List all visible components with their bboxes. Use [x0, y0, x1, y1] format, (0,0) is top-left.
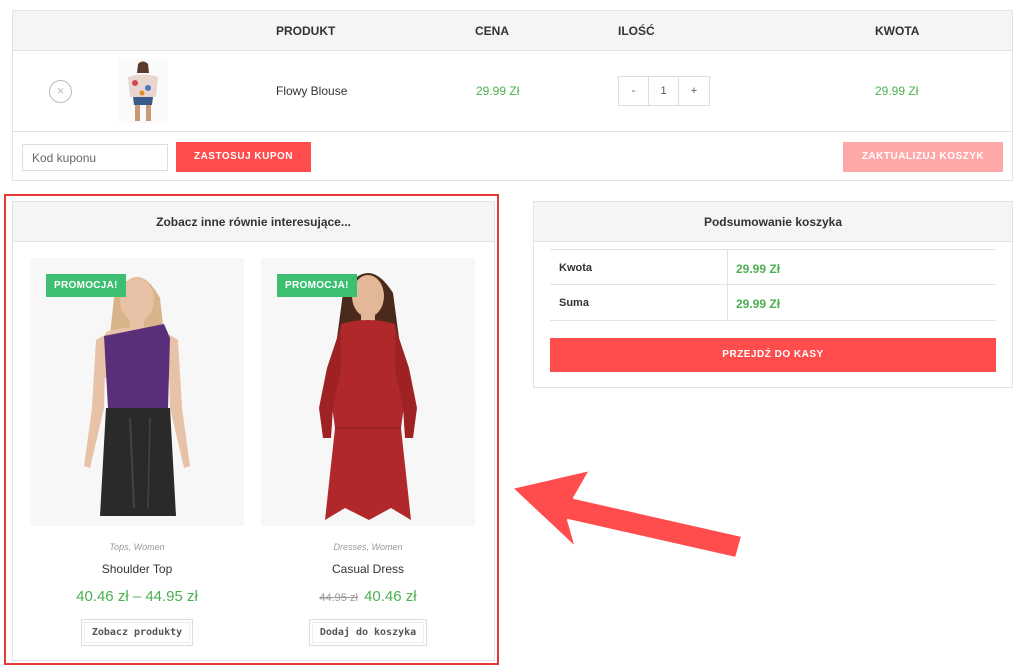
update-cart-button[interactable]: ZAKTUALIZUJ KOSZYK	[843, 142, 1003, 172]
subtotal-row: Kwota 29.99 Zł	[550, 249, 996, 286]
total-label: Suma	[559, 297, 589, 309]
product-photo-shoulder-top	[30, 258, 244, 526]
product-price-value: 40.46 zł	[364, 588, 417, 605]
qty-input[interactable]: 1	[649, 77, 679, 105]
sale-badge: PROMOCJA!	[277, 274, 357, 297]
subtotal-label: Kwota	[559, 262, 592, 274]
cart-totals-panel: Podsumowanie koszyka Kwota 29.99 Zł Suma…	[533, 201, 1013, 388]
coupon-input[interactable]	[22, 144, 168, 171]
cart-product-price: 29.99 Zł	[476, 84, 520, 98]
qty-minus-button[interactable]: -	[619, 77, 649, 105]
qty-plus-button[interactable]: +	[679, 77, 709, 105]
annotation-arrow-icon	[511, 470, 743, 559]
column-divider	[727, 250, 728, 286]
product-card: PROMOCJA! Dresses, Women Casual Dress 44…	[261, 258, 475, 646]
header-price: CENA	[475, 24, 510, 38]
product-photo-casual-dress	[261, 258, 475, 526]
product-price: 40.46 zł – 44.95 zł	[30, 588, 244, 605]
product-image[interactable]: PROMOCJA!	[30, 258, 244, 526]
product-old-price: 44.95 zł	[319, 592, 358, 604]
add-to-cart-button[interactable]: Dodaj do koszyka	[308, 619, 428, 646]
totals-table: Kwota 29.99 Zł Suma 29.99 Zł	[550, 249, 996, 321]
quantity-stepper: - 1 +	[618, 76, 710, 106]
product-card: PROMOCJA! Tops, Women Shoulder Top 40.46…	[30, 258, 244, 646]
product-price: 44.95 zł 40.46 zł	[261, 588, 475, 605]
subtotal-value: 29.99 Zł	[736, 262, 781, 276]
sale-badge: PROMOCJA!	[46, 274, 126, 297]
cross-sells-title: Zobacz inne równie interesujące...	[13, 202, 494, 242]
cart-header: PRODUKT CENA ILOŚĆ KWOTA	[13, 11, 1012, 51]
cart-totals-title: Podsumowanie koszyka	[534, 202, 1012, 242]
apply-coupon-button[interactable]: ZASTOSUJ KUPON	[176, 142, 311, 172]
checkout-button[interactable]: PRZEJDŹ DO KASY	[550, 338, 996, 372]
header-product: PRODUKT	[276, 24, 336, 38]
view-products-button[interactable]: Zobacz produkty	[80, 619, 194, 646]
header-quantity: ILOŚĆ	[618, 24, 655, 38]
product-title[interactable]: Casual Dress	[261, 562, 475, 576]
product-image[interactable]: PROMOCJA!	[261, 258, 475, 526]
product-title[interactable]: Shoulder Top	[30, 562, 244, 576]
cart-actions: ZASTOSUJ KUPON ZAKTUALIZUJ KOSZYK	[13, 132, 1012, 181]
product-categories[interactable]: Dresses, Women	[261, 542, 475, 552]
cart-table: PRODUKT CENA ILOŚĆ KWOTA × Flowy Blouse …	[12, 10, 1013, 181]
product-thumbnail[interactable]	[118, 59, 168, 123]
product-price-value: 40.46 zł – 44.95 zł	[76, 588, 198, 605]
header-total: KWOTA	[875, 24, 920, 38]
total-value: 29.99 Zł	[736, 297, 781, 311]
product-categories[interactable]: Tops, Women	[30, 542, 244, 552]
column-divider	[727, 285, 728, 321]
cart-item-row: × Flowy Blouse 29.99 Zł - 1 + 29.99 Zł	[13, 51, 1012, 132]
remove-item-icon[interactable]: ×	[49, 80, 72, 103]
cross-sells-panel: Zobacz inne równie interesujące... PROMO…	[12, 201, 495, 661]
total-row: Suma 29.99 Zł	[550, 285, 996, 321]
cart-product-total: 29.99 Zł	[875, 84, 919, 98]
cart-product-name[interactable]: Flowy Blouse	[276, 84, 347, 98]
